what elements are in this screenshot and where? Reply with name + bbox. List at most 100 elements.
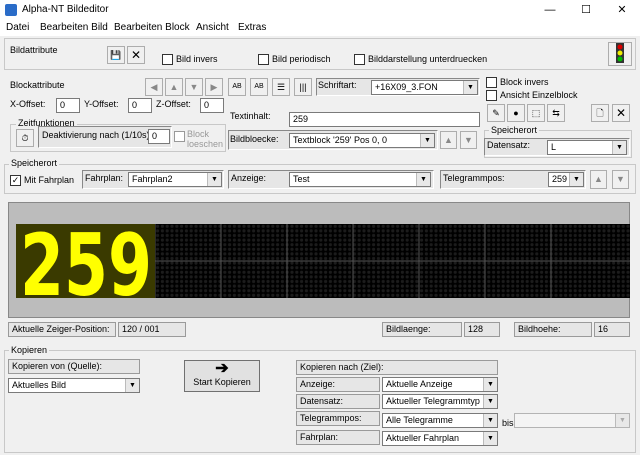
x-offset-input[interactable]: 0 (56, 98, 80, 113)
chevron-down-icon: ▼ (612, 141, 626, 154)
quelle-select[interactable]: Aktuelles Bild ▼ (8, 378, 140, 393)
mit-fahrplan-label: Mit Fahrplan (24, 175, 75, 185)
zeiger-label: Aktuelle Zeiger-Position: (8, 322, 116, 337)
fahrplan-label: Fahrplan: (85, 173, 124, 183)
x-offset-label: X-Offset: (10, 99, 46, 109)
menu-bearbeiten-bild[interactable]: Bearbeiten Bild (40, 22, 108, 33)
bildbloecke-select[interactable]: Textblock '259' Pos 0, 0 ▼ (289, 133, 435, 148)
speicherort-label: Speicherort (9, 158, 60, 168)
block-down-icon[interactable]: ▼ (460, 131, 477, 149)
stopwatch-icon[interactable]: ⏱ (16, 129, 34, 147)
menu-datei[interactable]: Datei (6, 22, 29, 33)
bildhoehe-label: Bildhoehe: (514, 322, 592, 337)
ansicht-einzelblock-label: Ansicht Einzelblock (500, 90, 578, 100)
zeiger-value: 120 / 001 (118, 322, 186, 337)
z-offset-input[interactable]: 0 (200, 98, 224, 113)
block-invers-checkbox[interactable] (486, 77, 497, 88)
datensatz-select[interactable]: L ▼ (547, 140, 627, 155)
telegramm-up-icon[interactable]: ▲ (590, 170, 607, 189)
bild-periodisch-checkbox[interactable] (258, 54, 269, 65)
delete-block-icon[interactable]: ✕ (612, 104, 630, 122)
ziel-fahrplan-label: Fahrplan: (296, 430, 380, 445)
bildlaenge-label: Bildlaenge: (382, 322, 462, 337)
menu-ansicht[interactable]: Ansicht (196, 22, 229, 33)
bilddarstellung-label: Bilddarstellung unterdruecken (368, 54, 488, 64)
title-bar: Alpha-NT Bildeditor — ☐ ✕ (0, 0, 640, 20)
move-icon[interactable]: ⇆ (547, 104, 565, 122)
ziel-telegrammpos-select[interactable]: Alle Telegramme ▼ (382, 413, 498, 428)
window: Alpha-NT Bildeditor — ☐ ✕ Datei Bearbeit… (0, 0, 640, 455)
minimize-button[interactable]: — (532, 0, 568, 20)
ziel-anzeige-select[interactable]: Aktuelle Anzeige ▼ (382, 377, 498, 392)
telegramm-down-icon[interactable]: ▼ (612, 170, 629, 189)
y-offset-label: Y-Offset: (84, 99, 119, 109)
schriftart-label: Schriftart: (318, 80, 357, 90)
datensatz-label: Datensatz: (487, 140, 531, 150)
pen-icon[interactable]: ✎ (487, 104, 505, 122)
save-icon[interactable]: 💾 (107, 46, 125, 64)
menu-bar: Datei Bearbeiten Bild Bearbeiten Block A… (0, 20, 640, 36)
bis-select[interactable]: ▼ (514, 413, 630, 428)
arrow-right-icon: ➔ (215, 360, 229, 377)
vertical-lines-icon[interactable]: ||| (294, 78, 312, 96)
chevron-down-icon: ▼ (207, 173, 221, 186)
maximize-button[interactable]: ☐ (568, 0, 604, 20)
bild-invers-checkbox[interactable] (162, 54, 173, 65)
new-icon[interactable]: 🗋 (591, 104, 609, 122)
block-loeschen-checkbox[interactable] (174, 131, 185, 142)
menu-bearbeiten-block[interactable]: Bearbeiten Block (114, 22, 190, 33)
telegrammpos-select[interactable]: 259 ▼ (548, 172, 584, 187)
deaktivierung-input[interactable]: 0 (148, 129, 170, 144)
delete-icon[interactable]: ✕ (127, 46, 145, 64)
align-center-icon[interactable]: AB (250, 78, 268, 96)
fahrplan-select[interactable]: Fahrplan2 ▼ (128, 172, 222, 187)
telegrammpos-label: Telegrammpos: (443, 173, 505, 183)
z-offset-label: Z-Offset: (156, 99, 191, 109)
quelle-label: Kopieren von (Quelle): (8, 359, 140, 374)
bis-label: bis (502, 418, 514, 428)
anzeige-select[interactable]: Test ▼ (289, 172, 431, 187)
arrow-right-icon[interactable]: ▶ (205, 78, 223, 96)
select-icon[interactable]: ⬚ (527, 104, 545, 122)
start-kopieren-button[interactable]: ➔ Start Kopieren (184, 360, 260, 392)
arrow-left-icon[interactable]: ◀ (145, 78, 163, 96)
bildlaenge-value: 128 (464, 322, 500, 337)
chevron-down-icon: ▼ (569, 173, 583, 186)
chevron-down-icon: ▼ (463, 81, 477, 94)
chevron-down-icon: ▼ (483, 378, 497, 391)
palette-icon[interactable]: ● (507, 104, 525, 122)
start-kopieren-label: Start Kopieren (193, 377, 251, 387)
arrow-down-icon[interactable]: ▼ (185, 78, 203, 96)
traffic-light-icon[interactable] (608, 42, 632, 66)
textinhalt-input[interactable]: 259 (289, 112, 480, 127)
block-up-icon[interactable]: ▲ (440, 131, 457, 149)
chevron-down-icon: ▼ (483, 414, 497, 427)
textinhalt-label: Textinhalt: (230, 111, 271, 121)
chevron-down-icon: ▼ (615, 414, 629, 427)
chevron-down-icon: ▼ (483, 432, 497, 445)
bild-invers-label: Bild invers (176, 54, 218, 64)
deaktivierung-label: Deaktivierung nach (1/10s): (42, 130, 153, 140)
led-matrix[interactable]: 259 (16, 224, 630, 298)
blockattribute-label: Blockattribute (10, 80, 65, 90)
ziel-telegrammpos-label: Telegrammpos: (296, 411, 380, 426)
bilddarstellung-checkbox[interactable] (354, 54, 365, 65)
chevron-down-icon: ▼ (420, 134, 434, 147)
menu-extras[interactable]: Extras (238, 22, 266, 33)
close-button[interactable]: ✕ (604, 0, 640, 20)
bildbloecke-label: Bildbloecke: (230, 134, 279, 144)
block-invers-label: Block invers (500, 77, 549, 87)
bildhoehe-value: 16 (594, 322, 630, 337)
align-left-icon[interactable]: AB (228, 78, 246, 96)
schriftart-select[interactable]: +16X09_3.FON ▼ (371, 80, 478, 95)
ziel-fahrplan-select[interactable]: Aktueller Fahrplan ▼ (382, 431, 498, 446)
justify-icon[interactable]: ☰ (272, 78, 290, 96)
arrow-up-icon[interactable]: ▲ (165, 78, 183, 96)
kopieren-label: Kopieren (9, 345, 50, 355)
y-offset-input[interactable]: 0 (128, 98, 152, 113)
ziel-datensatz-select[interactable]: Aktueller Telegrammtyp ▼ (382, 394, 498, 409)
mit-fahrplan-checkbox[interactable]: ✓ (10, 175, 21, 186)
ansicht-einzelblock-checkbox[interactable] (486, 90, 497, 101)
ziel-datensatz-label: Datensatz: (296, 394, 380, 409)
chevron-down-icon: ▼ (125, 379, 139, 392)
